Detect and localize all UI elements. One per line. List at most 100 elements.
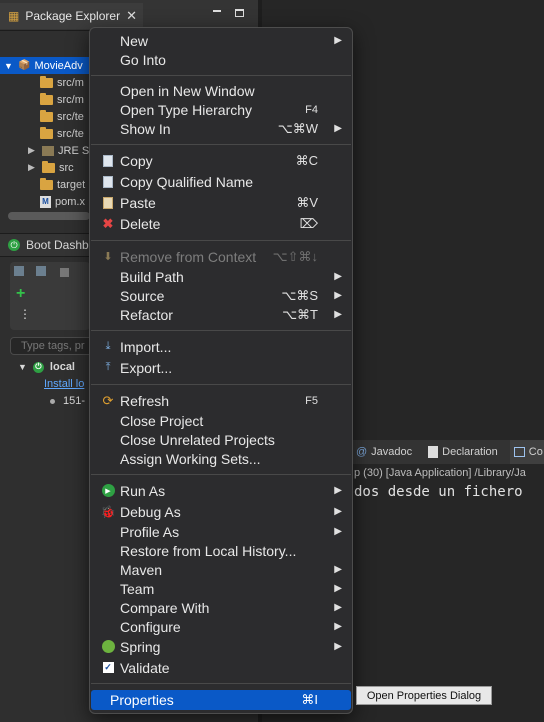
menu-item-spring[interactable]: Spring ▶ <box>100 637 342 656</box>
maximize-icon[interactable] <box>235 9 244 17</box>
tooltip: Open Properties Dialog <box>356 686 492 705</box>
submenu-arrow-icon: ▶ <box>334 564 342 575</box>
source-folder-icon <box>40 126 53 139</box>
blank-icon <box>100 524 116 540</box>
collapsed-triangle-icon[interactable]: ▶ <box>28 162 38 173</box>
menu-item-open-type-hierarchy[interactable]: Open Type Hierarchy F4 <box>100 100 342 119</box>
tree-item-label: src/te <box>57 110 84 123</box>
debug-icon: 🐞 <box>100 504 116 519</box>
submenu-arrow-icon: ▶ <box>334 621 342 632</box>
menu-item-label: Source <box>120 287 165 304</box>
submenu-arrow-icon: ▶ <box>334 485 342 496</box>
source-folder-icon <box>40 75 53 88</box>
menu-item-compare-with[interactable]: Compare With ▶ <box>100 598 342 617</box>
menu-item-label: Close Unrelated Projects <box>120 431 275 448</box>
menu-shortcut: ⌦ <box>299 215 318 231</box>
debug-icon[interactable] <box>36 266 46 276</box>
tree-item-label: src <box>59 161 74 174</box>
menu-item-refactor[interactable]: Refactor ⌥⌘T ▶ <box>100 305 342 324</box>
menu-item-remove-from-context[interactable]: ⬇ Remove from Context ⌥⇧⌘↓ <box>100 247 342 266</box>
run-icon: ▶ <box>100 483 116 499</box>
menu-item-export[interactable]: ⤒ Export... <box>100 358 342 377</box>
menu-item-label: Assign Working Sets... <box>120 450 261 467</box>
install-link[interactable]: Install lo <box>44 378 84 390</box>
menu-item-label: Open in New Window <box>120 82 255 99</box>
menu-item-label: Open Type Hierarchy <box>120 101 253 118</box>
tab-label: Javadoc <box>371 446 413 458</box>
menu-separator <box>91 144 351 145</box>
minimize-icon[interactable] <box>213 10 221 12</box>
menu-item-maven[interactable]: Maven ▶ <box>100 560 342 579</box>
console-header: p (30) [Java Application] /Library/Ja <box>354 467 526 479</box>
menu-item-label: New <box>120 32 149 49</box>
console-icon <box>513 447 525 457</box>
menu-item-properties[interactable]: Properties ⌘I <box>91 690 351 710</box>
menu-item-label: Validate <box>120 659 170 676</box>
tab-console[interactable]: Co <box>509 440 544 464</box>
menu-item-build-path[interactable]: Build Path ▶ <box>100 267 342 286</box>
add-icon[interactable]: + <box>16 286 25 302</box>
menu-separator <box>91 75 351 76</box>
menu-item-copy-qualified-name[interactable]: Copy Qualified Name <box>100 172 342 191</box>
javadoc-icon: @ <box>356 446 368 458</box>
close-icon[interactable]: ✕ <box>126 8 137 24</box>
menu-item-close-unrelated-projects[interactable]: Close Unrelated Projects <box>100 430 342 449</box>
start-icon[interactable] <box>14 266 24 276</box>
menu-item-go-into[interactable]: Go Into <box>100 50 342 69</box>
menu-item-label: Spring <box>120 638 161 655</box>
menu-item-refresh[interactable]: ⟳ Refresh F5 <box>100 391 342 410</box>
menu-item-source[interactable]: Source ⌥⌘S ▶ <box>100 286 342 305</box>
menu-item-open-in-new-window[interactable]: Open in New Window <box>100 81 342 100</box>
refresh-icon: ⟳ <box>102 392 114 408</box>
power-icon: ⏻ <box>32 361 44 373</box>
more-options-icon[interactable]: ⋮ <box>19 308 31 320</box>
tab-label: Declaration <box>442 446 498 458</box>
submenu-arrow-icon: ▶ <box>334 526 342 537</box>
menu-item-show-in[interactable]: Show In ⌥⌘W ▶ <box>100 119 342 138</box>
copy-icon <box>100 174 116 190</box>
package-explorer-tab[interactable]: ▦ Package Explorer ✕ <box>0 3 143 29</box>
submenu-arrow-icon: ▶ <box>334 290 342 301</box>
menu-item-label: Remove from Context <box>120 248 257 265</box>
expanded-triangle-icon[interactable]: ▼ <box>18 362 27 372</box>
menu-shortcut: ⌘V <box>296 194 318 210</box>
maven-file-icon: M <box>40 195 51 208</box>
blank-icon <box>100 562 116 578</box>
remove-context-icon: ⬇ <box>103 251 113 263</box>
local-target[interactable]: ▼ ⏻ local <box>18 361 75 373</box>
submenu-arrow-icon: ▶ <box>334 123 342 134</box>
menu-item-label: Profile As <box>120 523 180 540</box>
menu-item-copy[interactable]: Copy ⌘C <box>100 151 342 170</box>
menu-item-restore-from-local-history[interactable]: Restore from Local History... <box>100 541 342 560</box>
blank-icon <box>100 432 116 448</box>
menu-item-close-project[interactable]: Close Project <box>100 411 342 430</box>
menu-item-paste[interactable]: Paste ⌘V <box>100 193 342 212</box>
menu-item-profile-as[interactable]: Profile As ▶ <box>100 522 342 541</box>
menu-item-configure[interactable]: Configure ▶ <box>100 617 342 636</box>
horizontal-scrollbar[interactable] <box>8 212 90 220</box>
process-item[interactable]: 151- <box>50 395 85 407</box>
menu-item-label: Properties <box>110 692 174 708</box>
menu-item-import[interactable]: ⤓ Import... <box>100 337 342 356</box>
expanded-triangle-icon[interactable]: ▼ <box>4 61 14 71</box>
menu-item-label: Team <box>120 580 155 597</box>
menu-item-label: Maven <box>120 561 163 578</box>
tree-item-project[interactable]: ▼ 📦 MovieAdv <box>0 57 90 74</box>
submenu-arrow-icon: ▶ <box>334 583 342 594</box>
source-folder-icon <box>40 109 53 122</box>
menu-item-validate[interactable]: ✓ Validate <box>100 658 342 677</box>
menu-item-debug-as[interactable]: 🐞 Debug As ▶ <box>100 502 342 521</box>
tree-item-label: pom.x <box>55 195 85 208</box>
menu-item-label: Delete <box>120 215 161 232</box>
tab-declaration[interactable]: Declaration <box>424 446 502 458</box>
menu-item-new[interactable]: New ▶ <box>100 31 342 50</box>
tab-javadoc[interactable]: @ Javadoc <box>350 446 416 458</box>
menu-item-delete[interactable]: ✖ Delete ⌦ <box>100 214 342 233</box>
stop-icon[interactable] <box>60 268 69 277</box>
import-icon: ⤓ <box>105 340 111 352</box>
menu-item-assign-working-sets[interactable]: Assign Working Sets... <box>100 449 342 468</box>
collapsed-triangle-icon[interactable]: ▶ <box>28 145 38 156</box>
menu-shortcut: ⌘C <box>295 152 318 168</box>
menu-item-team[interactable]: Team ▶ <box>100 579 342 598</box>
menu-item-run-as[interactable]: ▶ Run As ▶ <box>100 481 342 500</box>
